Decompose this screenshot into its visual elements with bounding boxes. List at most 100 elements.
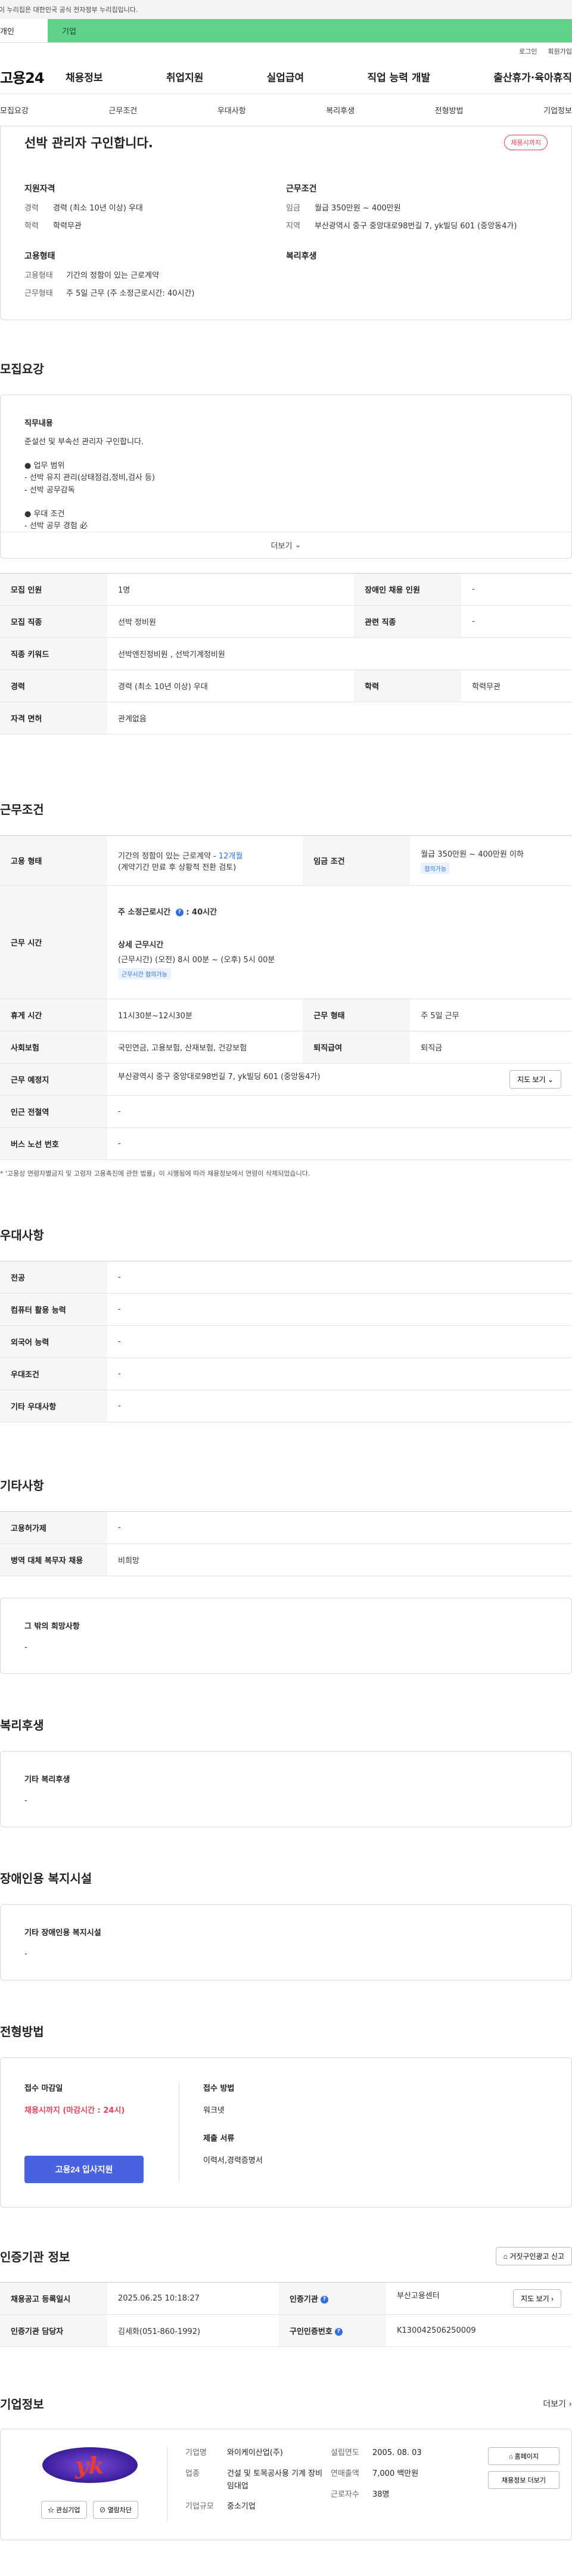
td: 주 소정근로시간 ? : 40시간 상세 근무시간 (근무시간) (오전) 8시… [107, 885, 572, 999]
weekly-hours: 40시간 [192, 907, 217, 917]
block-icon: ⊘ [99, 2507, 106, 2514]
th: 고용 형태 [0, 835, 107, 886]
table-row: 인근 전철역 - [0, 1095, 572, 1128]
chevron-right-icon: › [551, 2295, 554, 2303]
report-button[interactable]: ⌂ 거짓구인광고 신고 [495, 2247, 572, 2265]
table-row: 근무 예정지 부산광역시 중구 중앙대로98번길 7, yk빌딩 601 (중앙동… [0, 1063, 572, 1096]
job-desc-body: 준설선 및 부속선 관리자 구인합니다. ● 업무 범위 - 선박 유지 관리(… [24, 438, 156, 531]
wage: 월급 350만원 ~ 400만원 이하 [421, 850, 524, 859]
td: 1명 [107, 573, 355, 606]
more-button[interactable]: 더보기 ⌄ [1, 532, 571, 558]
house-icon: ⌂ [508, 2453, 513, 2460]
td: 퇴직금 [410, 1031, 572, 1064]
th: 모집 인원 [0, 573, 107, 606]
gnb-jobs[interactable]: 채용정보 [66, 69, 103, 84]
map-view-button[interactable]: 지도 보기 ⌄ [509, 1070, 561, 1089]
td: 기간의 정함이 있는 근로계약 - 12개월 (계약기간 만료 후 상황적 전환 … [107, 835, 303, 886]
deadline-value: 채용시까지 (마감시간 : 24시) [24, 2106, 125, 2115]
th: 모집 직종 [0, 605, 107, 638]
td: - [107, 1390, 572, 1422]
anchor-welfare[interactable]: 복리후생 [326, 104, 355, 116]
disability-box: 기타 장애인용 복지시설 - [0, 1904, 572, 1980]
anchor-company[interactable]: 기업정보 [543, 104, 572, 116]
tab-personal[interactable]: 개인 [0, 19, 48, 42]
th: 근무 형태 [303, 999, 411, 1031]
more-jobs-button[interactable]: 채용정보 더보기 [488, 2471, 559, 2489]
chevron-right-icon: › [568, 2399, 572, 2409]
label: 임금 [286, 204, 300, 213]
homepage-button[interactable]: ⌂ 홈페이지 [488, 2447, 559, 2465]
welfare-box: 기타 복리후생 - [0, 1751, 572, 1827]
map-view-button[interactable]: 지도 보기 › [513, 2289, 561, 2308]
company-more-link[interactable]: 더보기 › [543, 2398, 572, 2410]
td: - [461, 605, 572, 638]
gnb-vocational-training[interactable]: 직업 능력 개발 [367, 69, 430, 84]
td: - [107, 1357, 572, 1390]
emp-heading: 고용형태 [24, 252, 55, 261]
table-row: 모집 인원 1명 장애인 채용 인원 - [0, 573, 572, 606]
job-desc-heading: 직무내용 [24, 419, 53, 428]
gnb-employment-support[interactable]: 취업지원 [166, 69, 204, 84]
box-heading: 기타 복리후생 [24, 1775, 70, 1784]
gov-banner: 이 누리집은 대한민국 공식 전자정부 누리집입니다. [0, 0, 572, 19]
tab-company[interactable]: 기업 [48, 19, 572, 42]
td: - [107, 1325, 572, 1358]
th: 관련 직종 [354, 605, 462, 638]
info-icon[interactable]: ? [175, 908, 184, 916]
anchor-pref[interactable]: 우대사항 [217, 104, 246, 116]
gnb-parental-leave[interactable]: 출산휴가·육아휴직 [493, 69, 572, 84]
section-company-title: 기업정보 [0, 2397, 44, 2411]
td: 11시30분~12시30분 [107, 999, 303, 1031]
label: 설립연도 [331, 2448, 359, 2457]
table-row: 고용 형태 기간의 정함이 있는 근로계약 - 12개월 (계약기간 만료 후 상… [0, 835, 572, 886]
info-icon[interactable]: ? [320, 2296, 328, 2304]
th: 직종 키워드 [0, 637, 107, 670]
apply-button[interactable]: 고용24 입사지원 [24, 2156, 144, 2183]
table-row: 우대조건 - [0, 1357, 572, 1390]
anchor-work[interactable]: 근무조건 [108, 104, 137, 116]
th: 임금 조건 [303, 835, 411, 886]
th: 버스 노선 번호 [0, 1127, 107, 1160]
th-label: 인증기관 [290, 2295, 318, 2304]
td: 비희망 [107, 1543, 572, 1576]
favorite-company-button[interactable]: ☆ 관심기업 [41, 2501, 87, 2519]
cond-heading: 근무조건 [286, 184, 317, 194]
table-row: 전공 - [0, 1261, 572, 1294]
section-anchor-nav: 모집요강 근무조건 우대사항 복리후생 전형방법 기업정보 [0, 94, 572, 126]
th: 고용허가제 [0, 1511, 107, 1544]
age-notice: * '고용상 연령차별금지 및 고령자 고용촉진에 관한 법률」이 시행됨에 따… [0, 1170, 310, 1177]
table-row: 외국어 능력 - [0, 1325, 572, 1358]
th: 인근 전철역 [0, 1095, 107, 1128]
info-icon[interactable]: ? [334, 2328, 343, 2336]
box-heading: 그 밖의 희망사항 [24, 1622, 80, 1631]
th: 사회보험 [0, 1031, 107, 1064]
table-row: 버스 노선 번호 - [0, 1127, 572, 1160]
td: 월급 350만원 ~ 400만원 이하 협의가능 [410, 835, 572, 886]
th: 근무 예정지 [0, 1063, 107, 1096]
anchor-screening[interactable]: 전형방법 [435, 104, 464, 116]
login-link[interactable]: 로그인 [519, 47, 537, 56]
detail-hours: (근무시간) (오전) 8시 00분 ~ (오후) 5시 00분 [118, 955, 275, 965]
job-summary-card: 선박 관리자 구인합니다. 채용시까지 지원자격 경력 경력 (최소 10년 이상… [0, 126, 572, 320]
cert-org: 부산고용센터 [397, 2292, 440, 2301]
label: 기업명 [185, 2448, 207, 2457]
value: 부산광역시 중구 중앙대로98번길 7, yk빌딩 601 (중앙동4가) [315, 221, 517, 231]
td: 국민연금, 고용보험, 산재보험, 건강보험 [107, 1031, 303, 1064]
value: 중소기업 [227, 2502, 256, 2512]
label: 업종 [185, 2469, 200, 2478]
label: 학력 [24, 221, 39, 231]
utility-links: 로그인 회원가입 [0, 43, 572, 60]
th-label: 구인인증번호 [290, 2327, 332, 2336]
td: - [461, 573, 572, 606]
section-work-title: 근무조건 [0, 802, 44, 817]
td: K130042506250009 [386, 2314, 572, 2347]
table-row: 병역 대체 복무자 채용 비희망 [0, 1543, 572, 1576]
signup-link[interactable]: 회원가입 [548, 47, 572, 56]
emp-months: 12개월 [218, 851, 243, 861]
th: 병역 대체 복무자 채용 [0, 1543, 107, 1576]
site-logo[interactable]: 고용24 [0, 66, 66, 87]
td: 부산광역시 중구 중앙대로98번길 7, yk빌딩 601 (중앙동4가) 지도 … [107, 1063, 572, 1096]
block-view-button[interactable]: ⊘ 열람차단 [92, 2501, 139, 2519]
anchor-recruit[interactable]: 모집요강 [0, 104, 29, 116]
gnb-unemployment-benefit[interactable]: 실업급여 [267, 69, 304, 84]
